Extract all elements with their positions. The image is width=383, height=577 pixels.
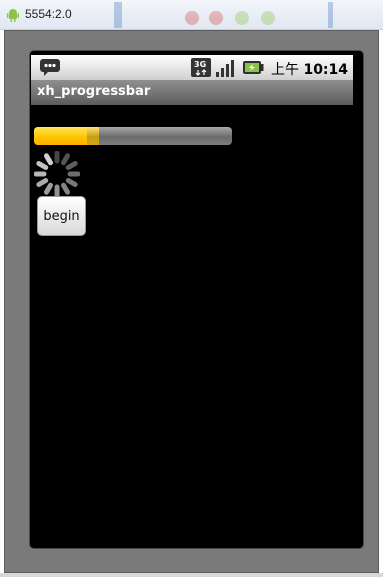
spinner-segment: [65, 161, 78, 170]
app-title: xh_progressbar: [37, 84, 151, 99]
progress-primary-fill: [34, 127, 88, 145]
begin-button[interactable]: begin: [37, 196, 86, 236]
app-title-bar: xh_progressbar: [31, 80, 353, 105]
device-screen: 3G 上午 10:14 xh_progressbar begin: [31, 55, 353, 539]
status-clock: 上午 10:14: [271, 59, 348, 79]
spinner-segment: [61, 182, 70, 195]
window-titlebar[interactable]: 5554:2.0: [0, 0, 383, 30]
android-icon: [7, 9, 19, 22]
spinner-segment: [36, 178, 49, 187]
3g-icon: 3G: [191, 58, 211, 77]
spinner-segment: [44, 153, 53, 166]
loading-spinner-icon: [34, 151, 80, 197]
window-bottom-edge: [0, 573, 383, 577]
horizontal-progressbar: [34, 127, 232, 145]
window-title: 5554:2.0: [25, 7, 72, 21]
spinner-segment: [65, 178, 78, 187]
background-blur: [114, 2, 333, 28]
spinner-segment: [44, 182, 53, 195]
clock-ampm: 上午: [271, 62, 299, 78]
battery-icon: [243, 61, 264, 74]
clock-time: 10:14: [303, 62, 349, 78]
message-icon: [40, 59, 60, 76]
signal-icon: [216, 60, 234, 77]
spinner-segment: [61, 153, 70, 166]
spinner-segment: [36, 161, 49, 170]
svg-text:3G: 3G: [194, 60, 206, 69]
status-bar[interactable]: 3G 上午 10:14: [31, 55, 353, 80]
